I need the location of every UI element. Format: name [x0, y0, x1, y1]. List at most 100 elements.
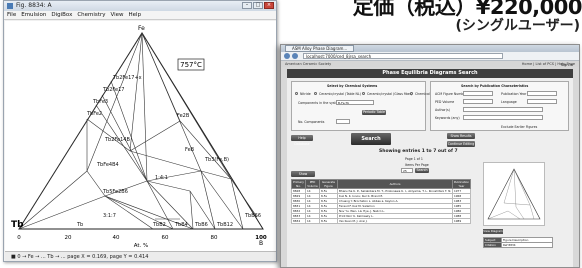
x-tick-label: 100: [255, 235, 267, 241]
forward-icon[interactable]: [292, 53, 298, 59]
temperature-label: 757°C: [180, 61, 202, 69]
table-row[interactable]: 8834 14 8-Fe Yao Kuan M. J. Arai J. 1989: [291, 218, 471, 224]
chemical-systems-panel: Select by Chemical Systems Nitride Ceram…: [291, 81, 436, 131]
metadata-key: Citation: [483, 242, 502, 248]
diagram-thumbnail[interactable]: [483, 162, 545, 226]
table-cell[interactable]: 8834: [291, 218, 306, 224]
keywords-input[interactable]: [463, 115, 543, 120]
menu-help[interactable]: Help: [129, 11, 142, 19]
language-select[interactable]: [527, 99, 557, 104]
per-page-search-button[interactable]: Search: [415, 168, 429, 173]
field-label: Language: [501, 100, 517, 104]
field-label: PED Volume: [435, 100, 455, 104]
results-summary: Showing entries 1 to 7 out of 7: [379, 149, 458, 154]
corner-right-label: B: [259, 240, 263, 247]
menu-view[interactable]: View: [110, 11, 123, 19]
field-label: Keywords (any): [435, 116, 460, 120]
corner-top-label: Fe: [138, 25, 145, 32]
exclude-checkbox-label[interactable]: Exclude Earlier Figures: [501, 125, 537, 129]
view-diagram-button[interactable]: View Diagram: [483, 229, 503, 234]
panel-heading: Select by Chemical Systems: [327, 84, 378, 88]
table-cell[interactable]: 8-Fe: [319, 218, 338, 224]
table-cell: 14: [305, 218, 320, 224]
menu-bar: File Emulsion DigiBox Chemistry View Hel…: [4, 11, 276, 20]
metadata-value: Ref 8834: [501, 242, 553, 248]
x-tick-label: 40: [113, 235, 120, 241]
show-results-button[interactable]: Show Results: [447, 133, 475, 139]
column-header[interactable]: Publication Year: [452, 179, 471, 189]
minimize-icon[interactable]: –: [242, 2, 252, 9]
metadata-table: Subject Figure Description Citation Ref 88…: [483, 237, 553, 248]
phase-label: TbFe2: [86, 111, 102, 117]
num-components-select[interactable]: [336, 119, 350, 124]
phase-label: TbB2: [152, 222, 166, 228]
phase-label: TbB66: [244, 213, 261, 219]
menu-chemistry[interactable]: Chemistry: [77, 11, 105, 19]
phase-label: Tb3(Fe,B): [204, 157, 229, 163]
phase-label: Tb2Fe17+x: [112, 75, 142, 81]
x-axis-title: At. %: [134, 243, 149, 249]
bookmark-item[interactable]: American Ceramic Society: [285, 62, 331, 66]
column-header[interactable]: Authors: [337, 179, 453, 189]
column-header[interactable]: Generate Figure: [319, 179, 338, 189]
browser-tabbar: ASM Alloy Phase Diagram...: [281, 45, 579, 52]
components-input[interactable]: B-Fe-Tb: [336, 100, 374, 105]
phase-label: TbFe3: [92, 99, 108, 105]
help-database-button[interactable]: Help Database: [291, 135, 313, 146]
field-label: Publication Year: [501, 92, 527, 96]
column-header[interactable]: PED Volume: [305, 179, 320, 189]
per-page-label: Items Per Page: [405, 163, 429, 167]
sign-in-link[interactable]: Sign-in: [561, 63, 573, 67]
url-input[interactable]: localhost:7000/ced_8jrsa_search: [303, 53, 503, 59]
maximize-icon[interactable]: □: [253, 2, 263, 9]
show-information-button[interactable]: Show Information: [291, 171, 315, 182]
panel-heading: Search by Publication Characteristics: [461, 84, 529, 88]
close-icon[interactable]: ×: [264, 2, 274, 9]
phase-label: TbB6: [194, 222, 208, 228]
radio-label: Nitride: [300, 92, 311, 96]
x-tick-label: 20: [65, 235, 72, 241]
search-button[interactable]: Search: [351, 133, 391, 145]
table-header-row: Primary No. PED Volume Generate Figure A…: [291, 179, 471, 189]
triangle-outline: [18, 32, 264, 230]
back-icon[interactable]: [284, 53, 290, 59]
phase-label: Tb2Fe14B: [104, 137, 130, 143]
ped-volume-select[interactable]: [463, 99, 493, 104]
radio-label: Ceramic/crystal (Table NL): [319, 92, 361, 96]
x-tick-label: 0: [17, 235, 21, 241]
num-components-label: No. Components: [298, 120, 325, 124]
phase-diagram-window: Fig. 8834: A – □ × File Emulsion DigiBox…: [3, 0, 277, 262]
window-controls: – □ ×: [242, 2, 274, 9]
authors-input[interactable]: [463, 107, 543, 112]
bookmark-bar: American Ceramic Society Home | List of …: [281, 61, 579, 67]
continue-editing-button[interactable]: Continue Editing: [447, 141, 475, 147]
ternary-plot-area[interactable]: 757°C Fe Tb B Tb2Fe17+x Tb2Fe17 TbFe3 Tb…: [5, 21, 276, 252]
address-bar-row: localhost:7000/ced_8jrsa_search: [281, 52, 579, 61]
radio-button[interactable]: [362, 92, 365, 95]
browser-tab[interactable]: ASM Alloy Phase Diagram...: [285, 45, 355, 52]
phase-label: TbB4: [174, 222, 188, 228]
menu-digibox[interactable]: DigiBox: [51, 11, 72, 19]
phase-label: TbFe4B4: [96, 162, 119, 168]
phase-label: 1:4:1: [155, 175, 168, 181]
phase-label: TbB12: [216, 222, 233, 228]
menu-emulsion[interactable]: Emulsion: [21, 11, 46, 19]
periodic-table-button[interactable]: Periodic Table: [362, 110, 386, 115]
window-titlebar[interactable]: Fig. 8834: A – □ ×: [4, 1, 276, 11]
field-label: ACM Figure Number: [435, 92, 467, 96]
phase-label: Tb: [76, 222, 83, 228]
phase-label: FeB: [185, 147, 195, 153]
radio-button[interactable]: [314, 92, 317, 95]
tie-lines: [18, 32, 258, 230]
phase-label: 3:1:7: [103, 213, 116, 219]
radio-button[interactable]: [295, 92, 298, 95]
menu-file[interactable]: File: [7, 11, 16, 19]
figure-number-input[interactable]: [463, 91, 493, 96]
column-header[interactable]: Primary No.: [291, 179, 306, 189]
publication-year-input[interactable]: [527, 91, 557, 96]
radio-button[interactable]: [410, 92, 413, 95]
per-page-select[interactable]: 25: [401, 168, 413, 173]
table-cell: Bharucha K. P., Sakakibara M. T., Pinkon…: [337, 188, 453, 194]
ternary-diagram: 757°C Fe Tb B Tb2Fe17+x Tb2Fe17 TbFe3 Tb…: [11, 25, 267, 249]
table-cell: 1989: [452, 218, 471, 224]
